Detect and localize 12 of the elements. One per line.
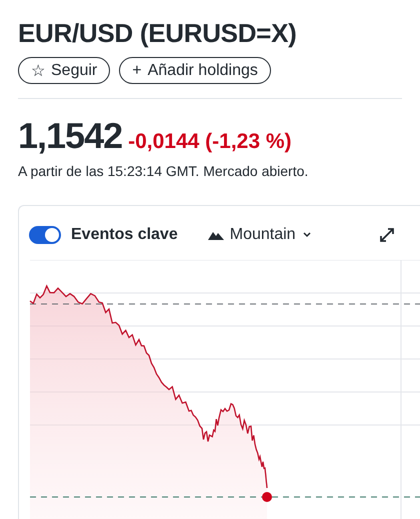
add-holdings-button[interactable]: + Añadir holdings [119, 57, 271, 84]
follow-button[interactable]: ☆ Seguir [18, 57, 110, 84]
price-change: -0,0144 (-1,23 %) [128, 130, 292, 154]
key-events-toggle[interactable] [29, 226, 61, 244]
chart-type-dropdown[interactable]: Mountain [208, 226, 312, 244]
market-note: A partir de las 15:23:14 GMT. Mercado abierto. [18, 163, 310, 179]
chevron-down-icon [302, 231, 312, 239]
expand-icon[interactable] [380, 228, 394, 242]
price: 1,1542 [18, 115, 122, 157]
key-events-label: Eventos clave [71, 226, 178, 244]
mountain-icon [208, 230, 224, 240]
page-title: EUR/USD (EURUSD=X) [18, 18, 298, 48]
